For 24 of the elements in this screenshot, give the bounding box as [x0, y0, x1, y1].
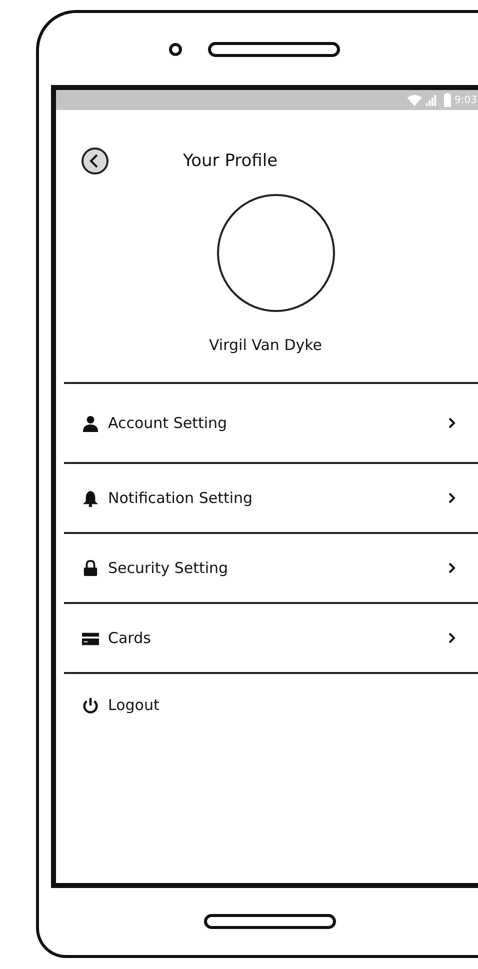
- home-button[interactable]: [204, 914, 336, 929]
- menu-item[interactable]: Security Setting: [64, 532, 478, 602]
- menu-label: Account Setting: [108, 414, 228, 432]
- person-icon: [82, 414, 99, 432]
- battery-icon: [444, 93, 451, 107]
- signal-icon: [426, 94, 437, 106]
- status-time: 9:03: [454, 94, 478, 106]
- menu-label: Notification Setting: [108, 489, 254, 507]
- menu-item[interactable]: Cards: [64, 602, 478, 672]
- menu-label: Security Setting: [108, 559, 230, 577]
- menu-item[interactable]: Account Setting: [64, 382, 478, 462]
- menu-label: Cards: [108, 629, 152, 647]
- speaker-icon: [208, 42, 340, 56]
- user-name: Virgil Van Dyke: [208, 336, 323, 354]
- bell-icon: [82, 490, 99, 506]
- power-icon: [82, 696, 99, 714]
- page-title: Your Profile: [183, 151, 278, 171]
- wifi-icon: [406, 94, 422, 106]
- menu-item[interactable]: Notification Setting: [64, 462, 478, 532]
- menu-item[interactable]: Logout: [64, 672, 478, 736]
- camera-icon: [169, 42, 182, 56]
- back-button[interactable]: [81, 147, 109, 175]
- menu-label: Logout: [108, 696, 160, 714]
- lock-icon: [82, 560, 99, 576]
